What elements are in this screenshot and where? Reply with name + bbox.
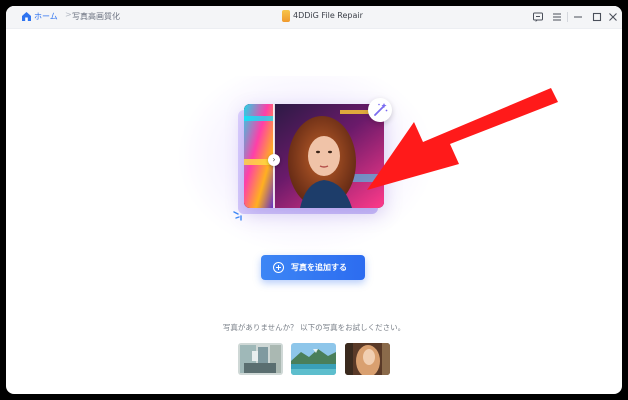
menu-icon[interactable] — [551, 11, 563, 23]
app-logo-icon — [282, 10, 290, 22]
sample-photo-portrait[interactable] — [345, 343, 390, 375]
breadcrumb-current: 写真高画質化 — [72, 12, 120, 21]
interior-thumbnail — [238, 343, 283, 375]
landscape-thumbnail — [291, 343, 336, 375]
sample-photo-landscape[interactable] — [291, 343, 336, 375]
feedback-icon[interactable] — [532, 11, 544, 23]
sample-photo-interior[interactable] — [238, 343, 283, 375]
app-window: ホーム > 写真高画質化 4DDiG File Repair › 写真を追加する… — [6, 6, 622, 394]
breadcrumb-separator: > — [65, 10, 72, 19]
compare-handle-icon[interactable]: › — [268, 154, 280, 166]
maximize-icon[interactable] — [591, 11, 603, 23]
sparkle-icon — [233, 211, 242, 221]
portrait-thumbnail — [345, 343, 390, 375]
sample-hint-text: 写真がありませんか？ 以下の写真をお試しください。 — [222, 323, 406, 332]
home-icon[interactable] — [21, 11, 32, 22]
close-icon[interactable] — [607, 11, 619, 23]
add-photo-button[interactable]: 写真を追加する — [261, 255, 365, 280]
breadcrumb-home[interactable]: ホーム — [34, 11, 58, 22]
minimize-icon[interactable] — [572, 11, 584, 23]
titlebar-divider — [567, 12, 568, 22]
red-annotation-arrow — [367, 88, 558, 190]
add-circle-icon — [273, 262, 284, 273]
app-title: 4DDiG File Repair — [293, 11, 363, 20]
title-bar: ホーム > 写真高画質化 4DDiG File Repair — [6, 6, 622, 29]
add-photo-button-label: 写真を追加する — [291, 263, 347, 272]
